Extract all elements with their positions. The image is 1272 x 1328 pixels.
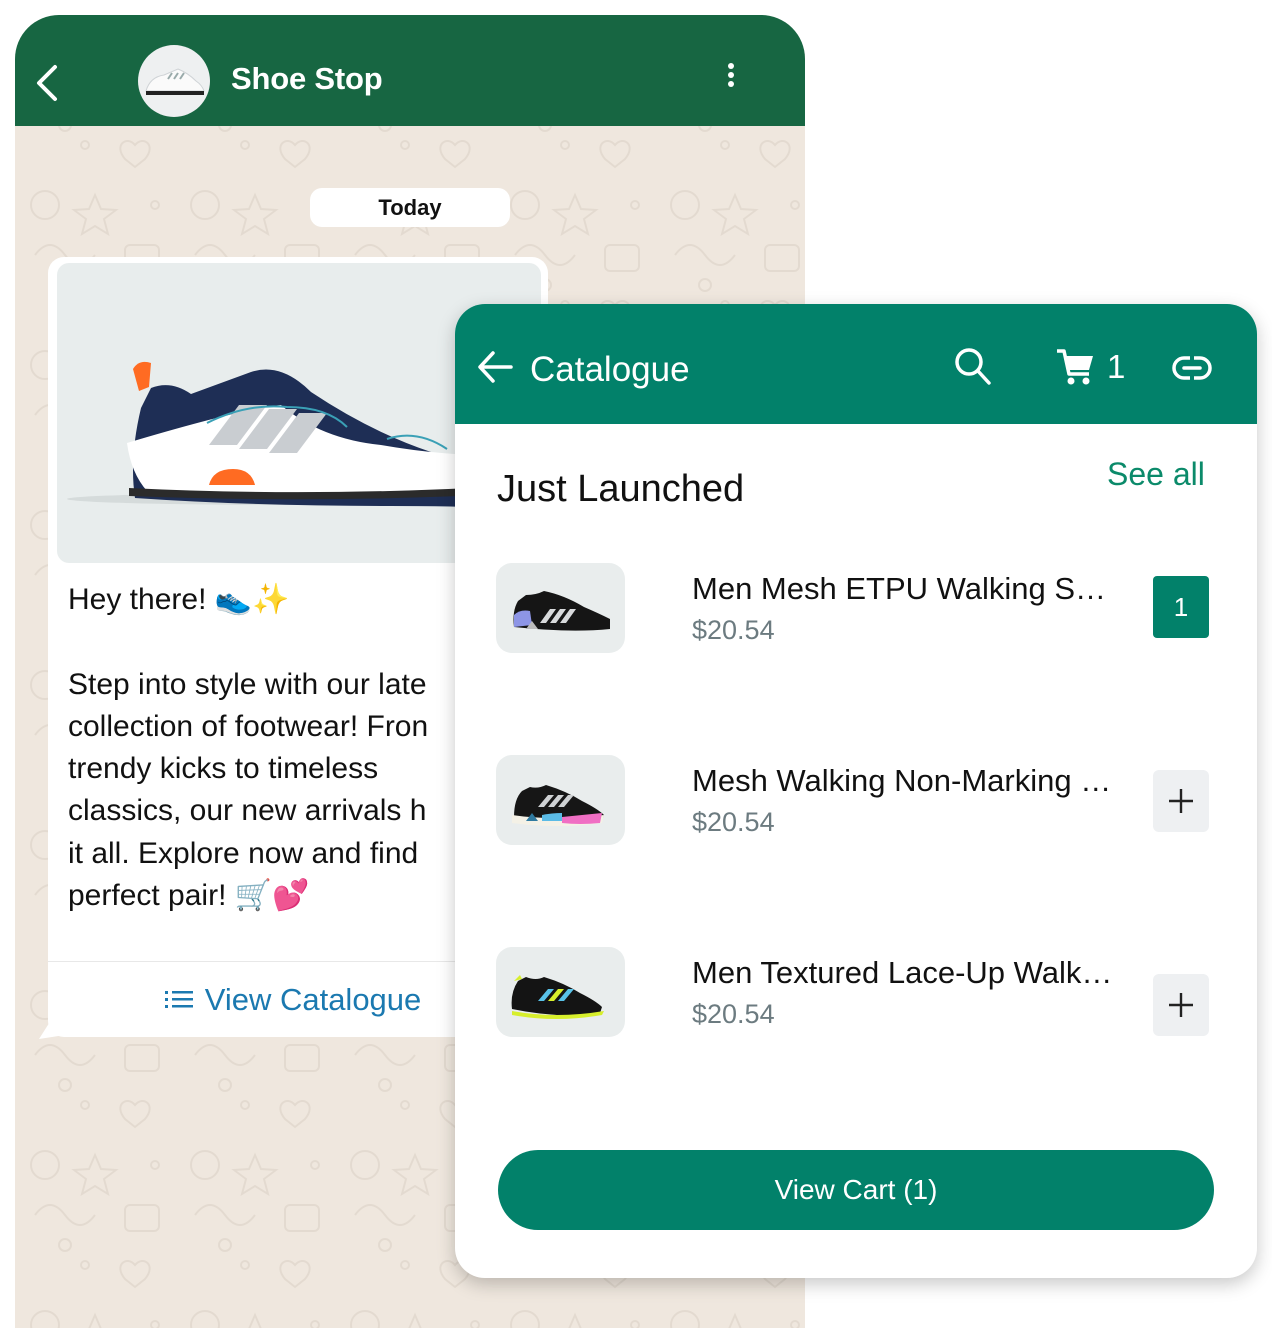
list-icon <box>164 991 193 1008</box>
more-options-icon[interactable] <box>721 61 741 91</box>
back-arrow-icon[interactable] <box>477 350 513 384</box>
black-pink-sneaker-image <box>512 785 604 826</box>
message-line: it all. Explore now and find <box>68 836 419 870</box>
message-line: collection of footwear! Fron <box>68 709 429 743</box>
product-name: Mesh Walking Non-Marking … <box>692 763 1112 798</box>
cart-icon[interactable] <box>1055 348 1095 386</box>
product-price: $20.54 <box>692 807 775 837</box>
view-cart-button[interactable]: View Cart (1) <box>498 1150 1214 1230</box>
date-chip: Today <box>310 188 510 227</box>
product-list-item[interactable]: Mesh Walking Non-Marking … $20.54 <box>455 755 1257 851</box>
catalogue-title: Catalogue <box>530 350 690 389</box>
message-line: Step into style with our late <box>68 667 427 701</box>
catalogue-header: Catalogue 1 <box>455 304 1257 424</box>
contact-name[interactable]: Shoe Stop <box>231 61 383 97</box>
message-line: trendy kicks to timeless <box>68 752 379 786</box>
product-list-item[interactable]: Men Mesh ETPU Walking S… $20.54 1 <box>455 563 1257 659</box>
plus-icon <box>1169 993 1193 1017</box>
link-icon[interactable] <box>1171 354 1213 382</box>
contact-avatar[interactable] <box>138 45 210 117</box>
product-price: $20.54 <box>692 999 775 1029</box>
view-catalogue-label: View Catalogue <box>204 982 422 1017</box>
see-all-link[interactable]: See all <box>1107 456 1205 493</box>
black-yellow-sneaker-image <box>511 975 604 1019</box>
plus-icon <box>1169 789 1193 813</box>
product-thumbnail[interactable] <box>496 563 625 653</box>
add-to-cart-button[interactable] <box>1153 770 1209 832</box>
add-to-cart-button[interactable] <box>1153 974 1209 1036</box>
chat-header: Shoe Stop <box>15 15 805 126</box>
message-line: classics, our new arrivals h <box>68 794 427 828</box>
black-blue-sneaker-image <box>513 591 610 631</box>
product-price: $20.54 <box>692 615 775 645</box>
product-thumbnail[interactable] <box>496 947 625 1037</box>
product-name: Men Mesh ETPU Walking S… <box>692 571 1107 606</box>
section-title: Just Launched <box>497 468 745 510</box>
message-line: perfect pair! 🛒💕 <box>68 879 310 913</box>
search-icon[interactable] <box>953 346 993 386</box>
quantity-badge[interactable]: 1 <box>1153 576 1209 638</box>
back-chevron-icon[interactable] <box>33 63 63 103</box>
shoe-avatar-image <box>145 68 205 95</box>
catalogue-panel: Catalogue 1 Just Launched See all Men Me… <box>455 304 1257 1278</box>
cart-count: 1 <box>1107 348 1126 385</box>
product-list-item[interactable]: Men Textured Lace-Up Walk… $20.54 <box>455 947 1257 1043</box>
product-name: Men Textured Lace-Up Walk… <box>692 955 1113 990</box>
product-thumbnail[interactable] <box>496 755 625 845</box>
message-line: Hey there! 👟✨ <box>68 583 290 616</box>
